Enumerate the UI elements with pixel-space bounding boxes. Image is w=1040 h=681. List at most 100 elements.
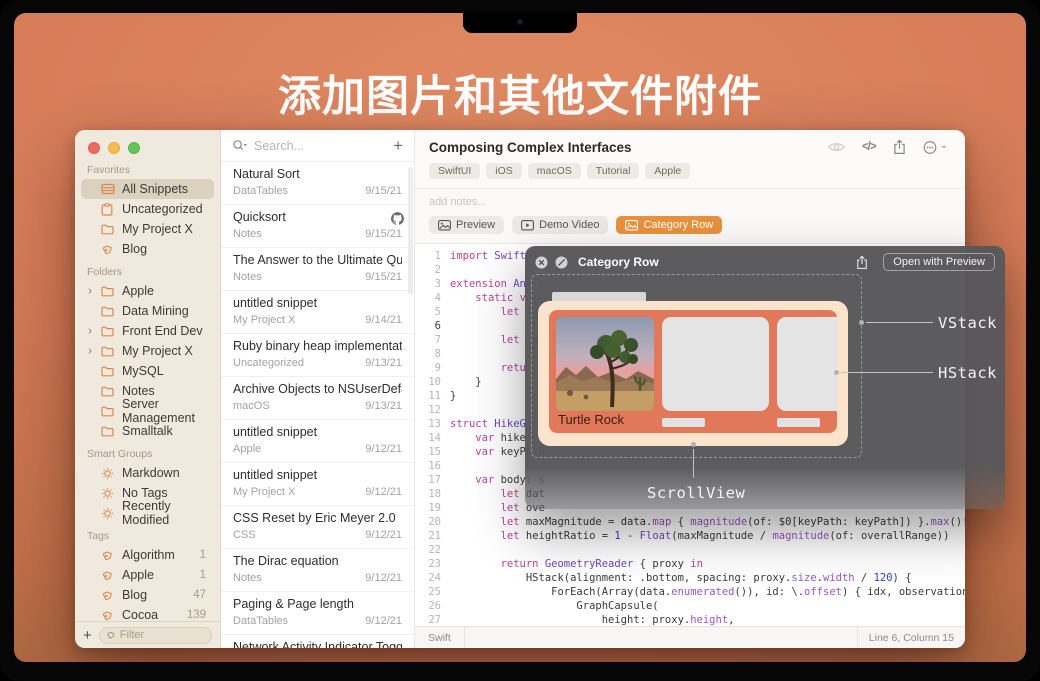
sidebar-filter-input[interactable]: Filter xyxy=(99,627,212,644)
sidebar-item-all-snippets[interactable]: All Snippets xyxy=(81,179,214,199)
list-item[interactable]: Ruby binary heap implementationUncategor… xyxy=(221,334,414,377)
line-number: 15 xyxy=(415,445,441,459)
code-line: 21 let heightRatio = 1 - Float(maxMagnit… xyxy=(415,529,965,543)
attachment-chips: Preview Demo Video Category Row xyxy=(429,216,951,234)
add-group-button[interactable]: + xyxy=(83,628,92,643)
status-bar: Swift Line 6, Column 15 xyxy=(415,626,965,648)
sidebar-item-label: Smalltalk xyxy=(122,424,173,438)
sidebar-item-blog[interactable]: Blog xyxy=(81,239,214,259)
snippet-item-folder: My Project X xyxy=(233,314,295,327)
list-item[interactable]: untitled snippetMy Project X9/14/21 xyxy=(221,291,414,334)
sidebar-section-header-smart-groups: Smart Groups xyxy=(87,448,220,461)
line-number: 18 xyxy=(415,487,441,501)
snippet-item-date: 9/13/21 xyxy=(365,357,402,370)
close-window-button[interactable] xyxy=(88,142,100,154)
language-selector[interactable]: Swift xyxy=(415,627,465,648)
snippet-item-title: Paging & Page length xyxy=(233,597,402,612)
tag-pill-apple[interactable]: Apple xyxy=(645,163,690,179)
zoom-window-button[interactable] xyxy=(128,142,140,154)
list-scrollbar[interactable] xyxy=(408,167,413,295)
sidebar-item-algorithm[interactable]: Algorithm1 xyxy=(81,545,214,565)
sidebar-item-apple[interactable]: Apple1 xyxy=(81,565,214,585)
attachment-preview-popup: Category Row Open with Preview xyxy=(525,246,1005,509)
chevron-right-icon[interactable]: › xyxy=(88,344,92,356)
notes-input[interactable]: add notes... xyxy=(429,196,951,208)
sidebar-item-label: Front End Dev xyxy=(122,324,203,338)
snippet-item-meta: CSS 9/12/21 xyxy=(233,529,402,542)
sidebar-item-label: Algorithm xyxy=(122,548,175,562)
tag-pill-macos[interactable]: macOS xyxy=(528,163,581,179)
list-item[interactable]: CSS Reset by Eric Meyer 2.0CSS9/12/21 xyxy=(221,506,414,549)
tag-pill-swiftui[interactable]: SwiftUI xyxy=(429,163,480,179)
snippet-title[interactable]: Composing Complex Interfaces xyxy=(429,140,828,155)
attachment-chip-demo-video[interactable]: Demo Video xyxy=(512,216,608,234)
sidebar-item-label: Cocoa xyxy=(122,608,158,621)
sidebar-item-label: Blog xyxy=(122,588,147,602)
chevron-right-icon[interactable]: › xyxy=(88,284,92,296)
sidebar-item-my-project-x[interactable]: My Project X xyxy=(81,219,214,239)
sidebar-item-server-management[interactable]: Server Management xyxy=(81,401,214,421)
list-item[interactable]: Network Activity Indicator Toggle Vi...m… xyxy=(221,635,414,648)
close-icon[interactable] xyxy=(535,256,548,269)
snippet-item-folder: Notes xyxy=(233,228,262,241)
tag-icon xyxy=(101,568,117,582)
attachment-chip-preview[interactable]: Preview xyxy=(429,216,504,234)
tag-pill-ios[interactable]: iOS xyxy=(486,163,522,179)
sidebar-item-cocoa[interactable]: Cocoa139 xyxy=(81,605,214,621)
sidebar-item-my-project-x[interactable]: ›My Project X xyxy=(81,341,214,361)
minimize-window-button[interactable] xyxy=(108,142,120,154)
tag-pill-tutorial[interactable]: Tutorial xyxy=(587,163,640,179)
folder-icon xyxy=(101,222,117,236)
sidebar-item-data-mining[interactable]: Data Mining xyxy=(81,301,214,321)
code-text: } xyxy=(450,375,482,389)
snippet-item-meta: macOS9/13/21 xyxy=(233,400,402,413)
scrollview-anchor-dot xyxy=(691,442,696,447)
list-item[interactable]: untitled snippetApple9/12/21 xyxy=(221,420,414,463)
attachment-chip-category-row[interactable]: Category Row xyxy=(616,216,722,234)
sidebar-item-mysql[interactable]: MySQL xyxy=(81,361,214,381)
macbook-bezel: 添加图片和其他文件附件 FavoritesAll SnippetsUncateg… xyxy=(0,0,1040,681)
list-item[interactable]: untitled snippetMy Project X9/12/21 xyxy=(221,463,414,506)
new-snippet-button[interactable]: + xyxy=(393,137,403,154)
snippet-item-date: 9/12/21 xyxy=(365,529,402,542)
sidebar-item-blog[interactable]: Blog47 xyxy=(81,585,214,605)
snippet-item-meta: DataTables9/12/21 xyxy=(233,615,402,628)
sidebar-section-header-tags: Tags xyxy=(87,530,220,543)
tag-icon xyxy=(101,242,117,256)
slash-circle-icon[interactable] xyxy=(555,256,568,269)
snippet-item-date: 9/15/21 xyxy=(365,228,402,241)
search-icon[interactable] xyxy=(232,139,248,152)
gear-icon xyxy=(101,466,117,480)
code-line: 24 HStack(alignment: .bottom, spacing: p… xyxy=(415,571,965,585)
snippet-item-folder: CSS xyxy=(233,529,256,542)
sidebar-item-recently-modified[interactable]: Recently Modified xyxy=(81,503,214,523)
sidebar-item-markdown[interactable]: Markdown xyxy=(81,463,214,483)
cursor-position: Line 6, Column 15 xyxy=(858,627,965,648)
more-menu-button[interactable]: ⌄ xyxy=(923,140,948,155)
list-item[interactable]: Paging & Page length DataTables9/12/21 xyxy=(221,592,414,635)
sidebar-item-apple[interactable]: ›Apple xyxy=(81,281,214,301)
sidebar-item-uncategorized[interactable]: Uncategorized xyxy=(81,199,214,219)
vstack-annotation: VStack xyxy=(938,314,997,332)
video-icon xyxy=(521,220,534,231)
list-item[interactable]: Natural SortDataTables9/15/21 xyxy=(221,162,414,205)
chevron-right-icon[interactable]: › xyxy=(88,324,92,336)
list-item[interactable]: The Answer to the Ultimate QuestionNotes… xyxy=(221,248,414,291)
list-item[interactable]: Archive Objects to NSUserDefaultsmacOS9/… xyxy=(221,377,414,420)
sidebar-item-front-end-dev[interactable]: › Front End Dev xyxy=(81,321,214,341)
snippet-item-folder: Notes xyxy=(233,572,262,585)
code-mode-icon[interactable]: </> xyxy=(862,141,876,153)
share-icon[interactable] xyxy=(893,139,906,155)
popup-share-icon[interactable] xyxy=(856,255,868,270)
list-item[interactable]: The Dirac equationNotes9/12/21 xyxy=(221,549,414,592)
snippet-item-meta: Notes 9/15/21 xyxy=(233,228,402,241)
list-item[interactable]: QuicksortNotes9/15/21 xyxy=(221,205,414,248)
line-number: 16 xyxy=(415,459,441,473)
open-with-preview-button[interactable]: Open with Preview xyxy=(883,253,995,271)
hstack-anchor-dot xyxy=(834,370,839,375)
preview-eye-icon[interactable] xyxy=(828,141,845,153)
code-text: return GeometryReader { proxy in xyxy=(450,557,703,571)
status-spacer xyxy=(465,627,858,648)
sidebar-item-smalltalk[interactable]: Smalltalk xyxy=(81,421,214,441)
search-input[interactable]: Search... xyxy=(254,139,387,153)
